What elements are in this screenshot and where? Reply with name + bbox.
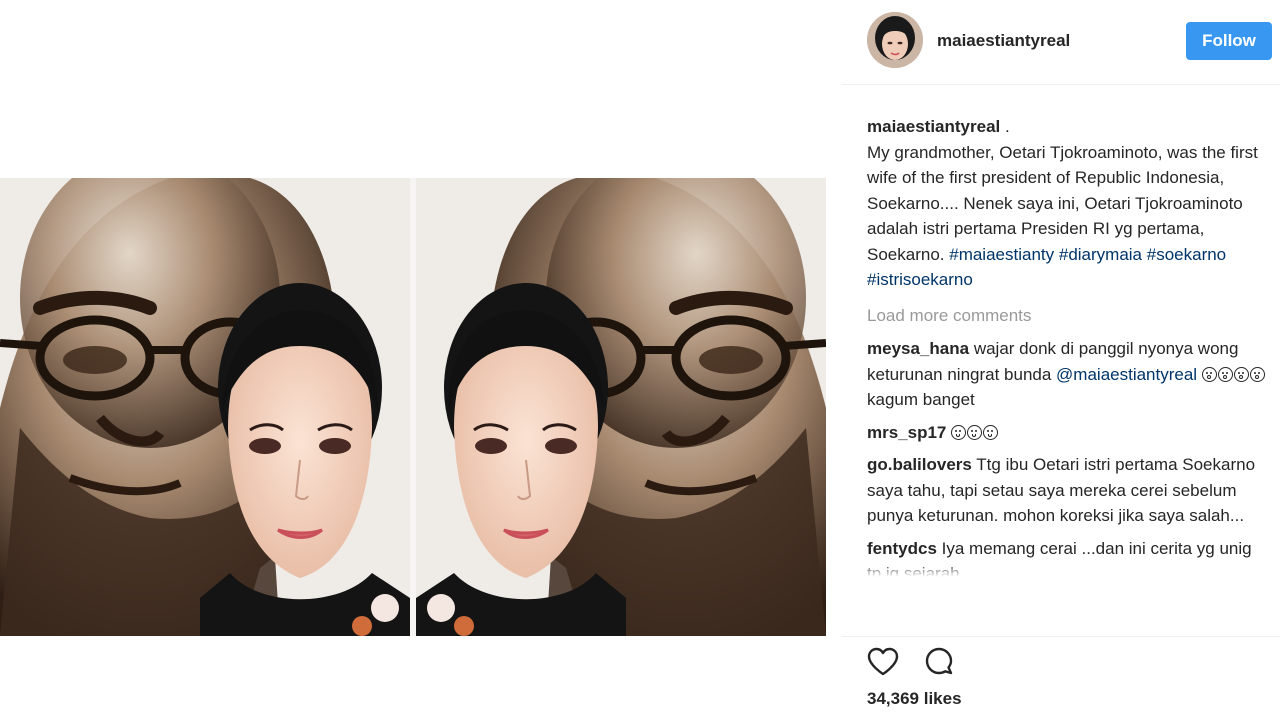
comment-username[interactable]: fentydcs <box>867 539 937 558</box>
speech-bubble-icon[interactable] <box>922 645 956 679</box>
post-header: maiaestiantyreal Follow <box>842 0 1280 85</box>
smiling-emoji-icon <box>983 424 999 440</box>
astonished-emoji-icon <box>1217 366 1233 382</box>
avatar-image <box>867 12 923 68</box>
comment-item: fentydcs Iya memang cerai ...dan ini cer… <box>867 536 1267 587</box>
post-actions: 34,369 likes <box>842 636 1280 721</box>
follow-button[interactable]: Follow <box>1186 22 1272 60</box>
load-more-comments-link[interactable]: Load more comments <box>867 303 1267 329</box>
avatar[interactable] <box>867 12 923 68</box>
comment-item: mrs_sp17 <box>867 420 1267 446</box>
photo-left-half <box>0 178 410 636</box>
astonished-emoji-icon <box>1249 366 1265 382</box>
hashtag-link[interactable]: #soekarno <box>1147 245 1226 264</box>
comment-text: kagum banget <box>867 390 975 409</box>
collage-image-mirrored <box>416 178 826 636</box>
post-media[interactable] <box>0 0 842 720</box>
comment-username[interactable]: meysa_hana <box>867 339 969 358</box>
likes-count[interactable]: 34,369 likes <box>867 689 962 709</box>
hashtag-link[interactable]: #maiaestianty <box>949 245 1054 264</box>
hashtag-link[interactable]: #diarymaia <box>1059 245 1142 264</box>
comment-username[interactable]: mrs_sp17 <box>867 423 946 442</box>
post-author-username[interactable]: maiaestiantyreal <box>937 31 1070 51</box>
post-caption: maiaestiantyreal . My grandmother, Oetar… <box>867 114 1267 293</box>
astonished-emoji-icon <box>1233 366 1249 382</box>
comment-item: meysa_hana wajar donk di panggil nyonya … <box>867 336 1267 413</box>
emoji-group <box>1201 365 1266 384</box>
comment-item: go.balilovers Ttg ibu Oetari istri perta… <box>867 452 1267 529</box>
heart-icon[interactable] <box>866 645 900 679</box>
caption-dot: . <box>1000 117 1010 136</box>
caption-username[interactable]: maiaestiantyreal <box>867 117 1000 136</box>
mention-link[interactable]: @maiaestiantyreal <box>1056 365 1197 384</box>
comment-username[interactable]: go.balilovers <box>867 455 972 474</box>
collage-image <box>0 178 410 636</box>
comments-list[interactable]: maiaestiantyreal . My grandmother, Oetar… <box>867 114 1267 626</box>
photo-right-half <box>416 178 826 636</box>
smiling-emoji-icon <box>967 424 983 440</box>
post-photo <box>0 178 826 636</box>
post-sidebar: maiaestiantyreal Follow maiaestiantyreal… <box>842 0 1280 720</box>
astonished-emoji-icon <box>1201 366 1217 382</box>
hashtag-link[interactable]: #istrisoekarno <box>867 270 973 289</box>
emoji-group <box>951 423 999 442</box>
smiling-emoji-icon <box>951 424 967 440</box>
